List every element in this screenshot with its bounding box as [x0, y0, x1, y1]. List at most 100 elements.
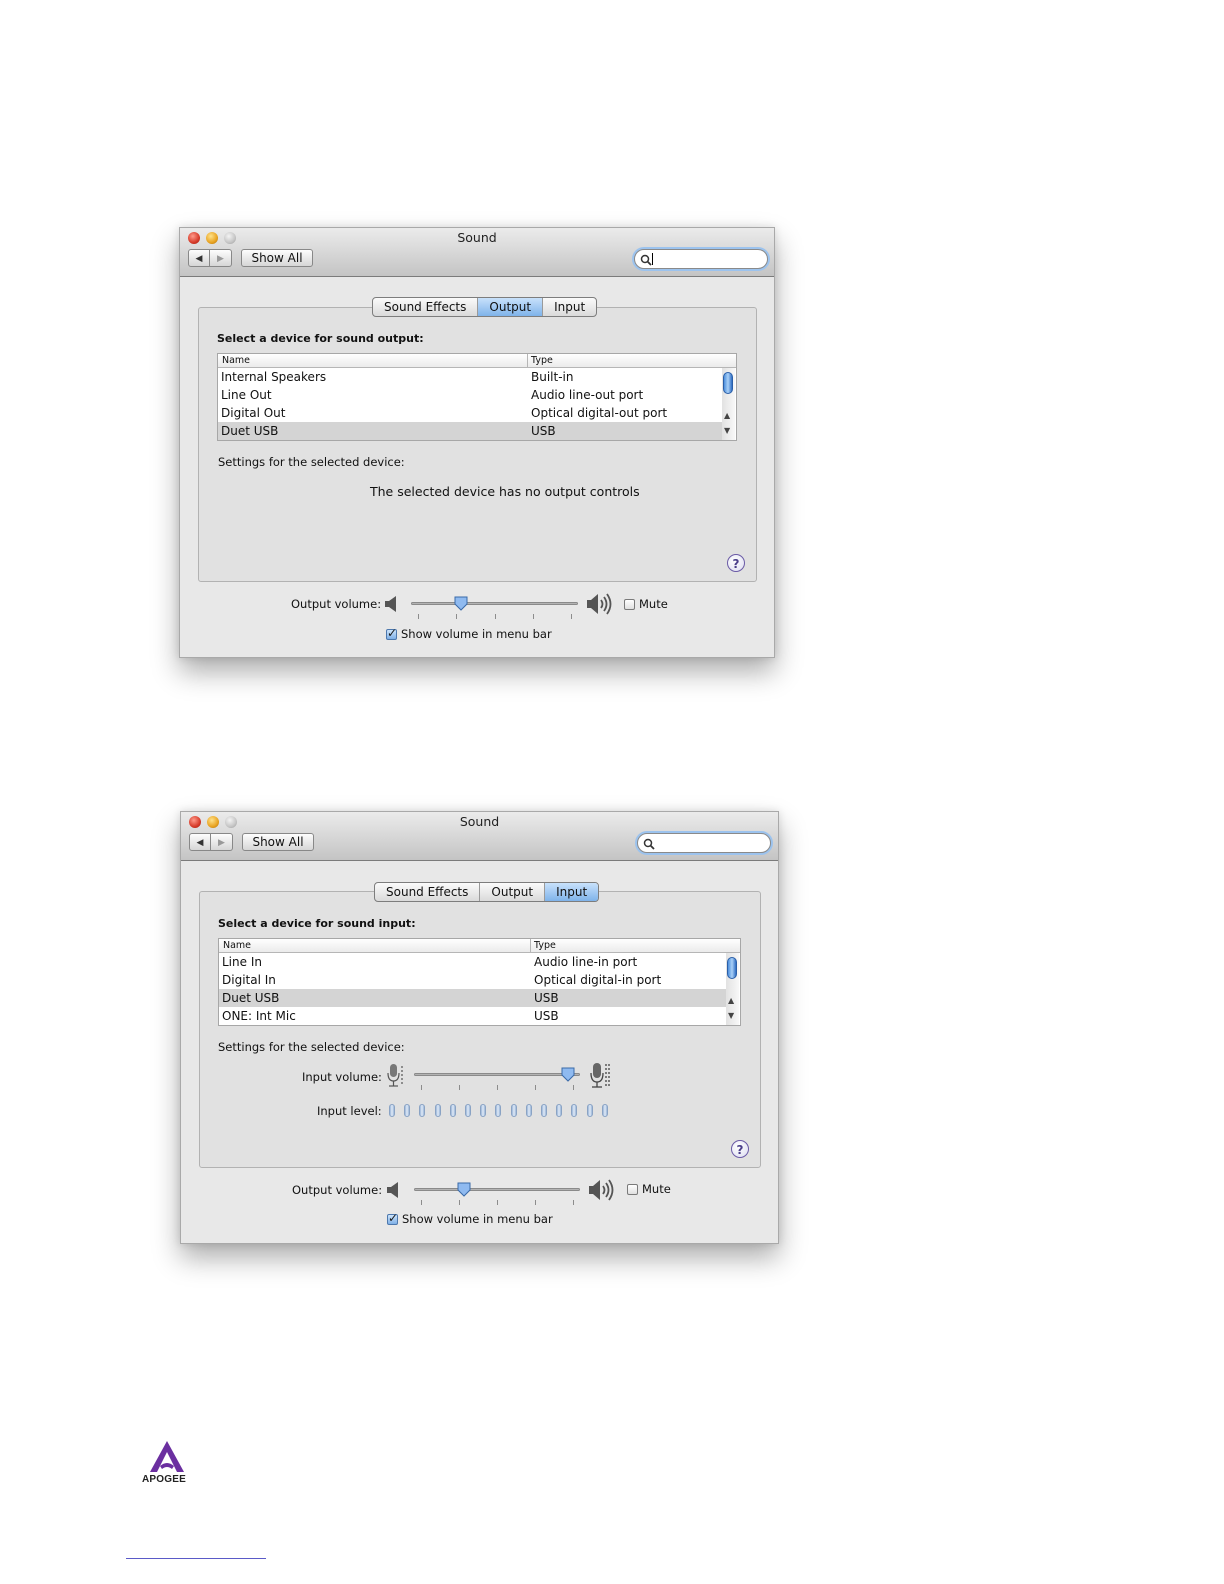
device-name: Line Out	[221, 388, 272, 402]
forward-button[interactable]: ▶	[211, 833, 233, 851]
slider-tick	[421, 1085, 422, 1090]
speaker-low-icon	[385, 596, 396, 612]
show-volume-checkbox[interactable]	[386, 626, 397, 640]
apogee-logo: APOGEE	[140, 1440, 194, 1486]
slider-tick	[459, 1085, 460, 1090]
text-cursor	[652, 253, 653, 265]
tab-input[interactable]: Input	[545, 883, 599, 901]
slider-tick	[533, 614, 534, 619]
column-header-name[interactable]: Name	[223, 939, 523, 952]
level-segment	[602, 1104, 608, 1117]
mute-label: Mute	[642, 1182, 671, 1196]
tab-panel	[199, 891, 761, 1168]
scroll-thumb[interactable]	[723, 372, 733, 394]
slider-tick	[459, 1200, 460, 1205]
tab-bar: Sound Effects Output Input	[372, 297, 598, 317]
slider-knob[interactable]	[561, 1067, 575, 1082]
back-button[interactable]: ◀	[188, 249, 210, 267]
output-volume-label: Output volume:	[291, 597, 382, 611]
tab-bar: Sound Effects Output Input	[374, 882, 600, 902]
section-heading: Select a device for sound output:	[217, 332, 424, 345]
device-type: Audio line-in port	[534, 955, 638, 969]
scroll-up-icon[interactable]: ▲	[724, 411, 730, 420]
slider-tick	[573, 1085, 574, 1090]
show-volume-checkbox[interactable]	[387, 1211, 398, 1225]
output-volume-label: Output volume:	[292, 1183, 383, 1197]
device-name: Duet USB	[222, 991, 280, 1005]
title-bar: Sound ◀ ▶ Show All	[181, 812, 778, 861]
table-row[interactable]: Line In Audio line-in port	[219, 953, 726, 971]
forward-button[interactable]: ▶	[210, 249, 232, 267]
column-header-type[interactable]: Type	[527, 354, 731, 367]
slider-tick	[418, 614, 419, 619]
search-field[interactable]	[637, 833, 771, 853]
microphone-low-icon	[387, 1064, 403, 1087]
level-segment	[450, 1104, 456, 1117]
scroll-down-icon[interactable]: ▼	[724, 426, 730, 435]
column-header-type[interactable]: Type	[530, 939, 734, 952]
speaker-high-icon	[589, 1179, 614, 1201]
slider-tick	[497, 1085, 498, 1090]
slider-tick	[497, 1200, 498, 1205]
mute-checkbox[interactable]	[627, 1184, 638, 1195]
level-segment	[541, 1104, 547, 1117]
slider-knob[interactable]	[457, 1182, 471, 1197]
slider-tick	[456, 614, 457, 619]
tab-sound-effects[interactable]: Sound Effects	[373, 298, 479, 316]
output-volume-slider[interactable]	[414, 1182, 580, 1197]
table-row[interactable]: ONE: Int Mic USB	[219, 1007, 726, 1025]
tab-output[interactable]: Output	[478, 298, 544, 316]
show-all-button[interactable]: Show All	[241, 249, 313, 267]
input-level-label: Input level:	[317, 1104, 382, 1118]
table-row-selected[interactable]: Duet USB USB	[219, 989, 726, 1007]
scroll-up-icon[interactable]: ▲	[728, 996, 734, 1005]
device-type: USB	[534, 991, 559, 1005]
microphone-high-icon	[590, 1063, 610, 1088]
vertical-scrollbar[interactable]: ▲ ▼	[722, 368, 735, 440]
tab-sound-effects[interactable]: Sound Effects	[375, 883, 481, 901]
device-type: USB	[534, 1009, 559, 1023]
search-field[interactable]	[634, 249, 768, 269]
tab-panel	[198, 307, 757, 582]
input-volume-slider[interactable]	[414, 1067, 580, 1082]
apogee-logo-mark	[150, 1441, 184, 1472]
level-segment	[465, 1104, 471, 1117]
vertical-scrollbar[interactable]: ▲ ▼	[726, 953, 739, 1025]
help-button[interactable]: ?	[731, 1140, 749, 1158]
mute-label: Mute	[639, 597, 668, 611]
speaker-high-icon	[587, 593, 612, 615]
device-name: Internal Speakers	[221, 370, 327, 384]
level-segment	[435, 1104, 441, 1117]
tab-output[interactable]: Output	[480, 883, 546, 901]
slider-tick	[573, 1200, 574, 1205]
table-row[interactable]: Digital In Optical digital-in port	[219, 971, 726, 989]
table-row[interactable]: Line Out Audio line-out port	[218, 386, 722, 404]
table-row-selected[interactable]: Duet USB USB	[218, 422, 722, 440]
output-volume-slider[interactable]	[411, 596, 578, 611]
help-button[interactable]: ?	[727, 554, 745, 572]
slider-track	[414, 1188, 580, 1191]
back-arrow-icon: ◀	[195, 254, 203, 264]
slider-knob[interactable]	[454, 596, 468, 611]
apogee-logo-text: APOGEE	[142, 1474, 186, 1485]
level-segment	[419, 1104, 425, 1117]
forward-arrow-icon: ▶	[217, 254, 224, 264]
device-type: Audio line-out port	[531, 388, 644, 402]
slider-track	[411, 602, 578, 605]
sound-window-input: Sound ◀ ▶ Show All Sound Effects Output …	[180, 811, 779, 1244]
column-header-name[interactable]: Name	[222, 354, 522, 367]
slider-tick	[495, 614, 496, 619]
section-heading: Select a device for sound input:	[218, 917, 416, 930]
back-button[interactable]: ◀	[189, 833, 211, 851]
mute-checkbox[interactable]	[624, 599, 635, 610]
tab-input[interactable]: Input	[543, 298, 596, 316]
scroll-thumb[interactable]	[727, 957, 737, 979]
scroll-down-icon[interactable]: ▼	[728, 1011, 734, 1020]
level-segment	[571, 1104, 577, 1117]
table-row[interactable]: Digital Out Optical digital-out port	[218, 404, 722, 422]
table-row[interactable]: Internal Speakers Built-in	[218, 368, 722, 386]
show-all-button[interactable]: Show All	[242, 833, 314, 851]
slider-tick	[535, 1200, 536, 1205]
input-level-meter	[389, 1104, 611, 1118]
device-name: Line In	[222, 955, 262, 969]
